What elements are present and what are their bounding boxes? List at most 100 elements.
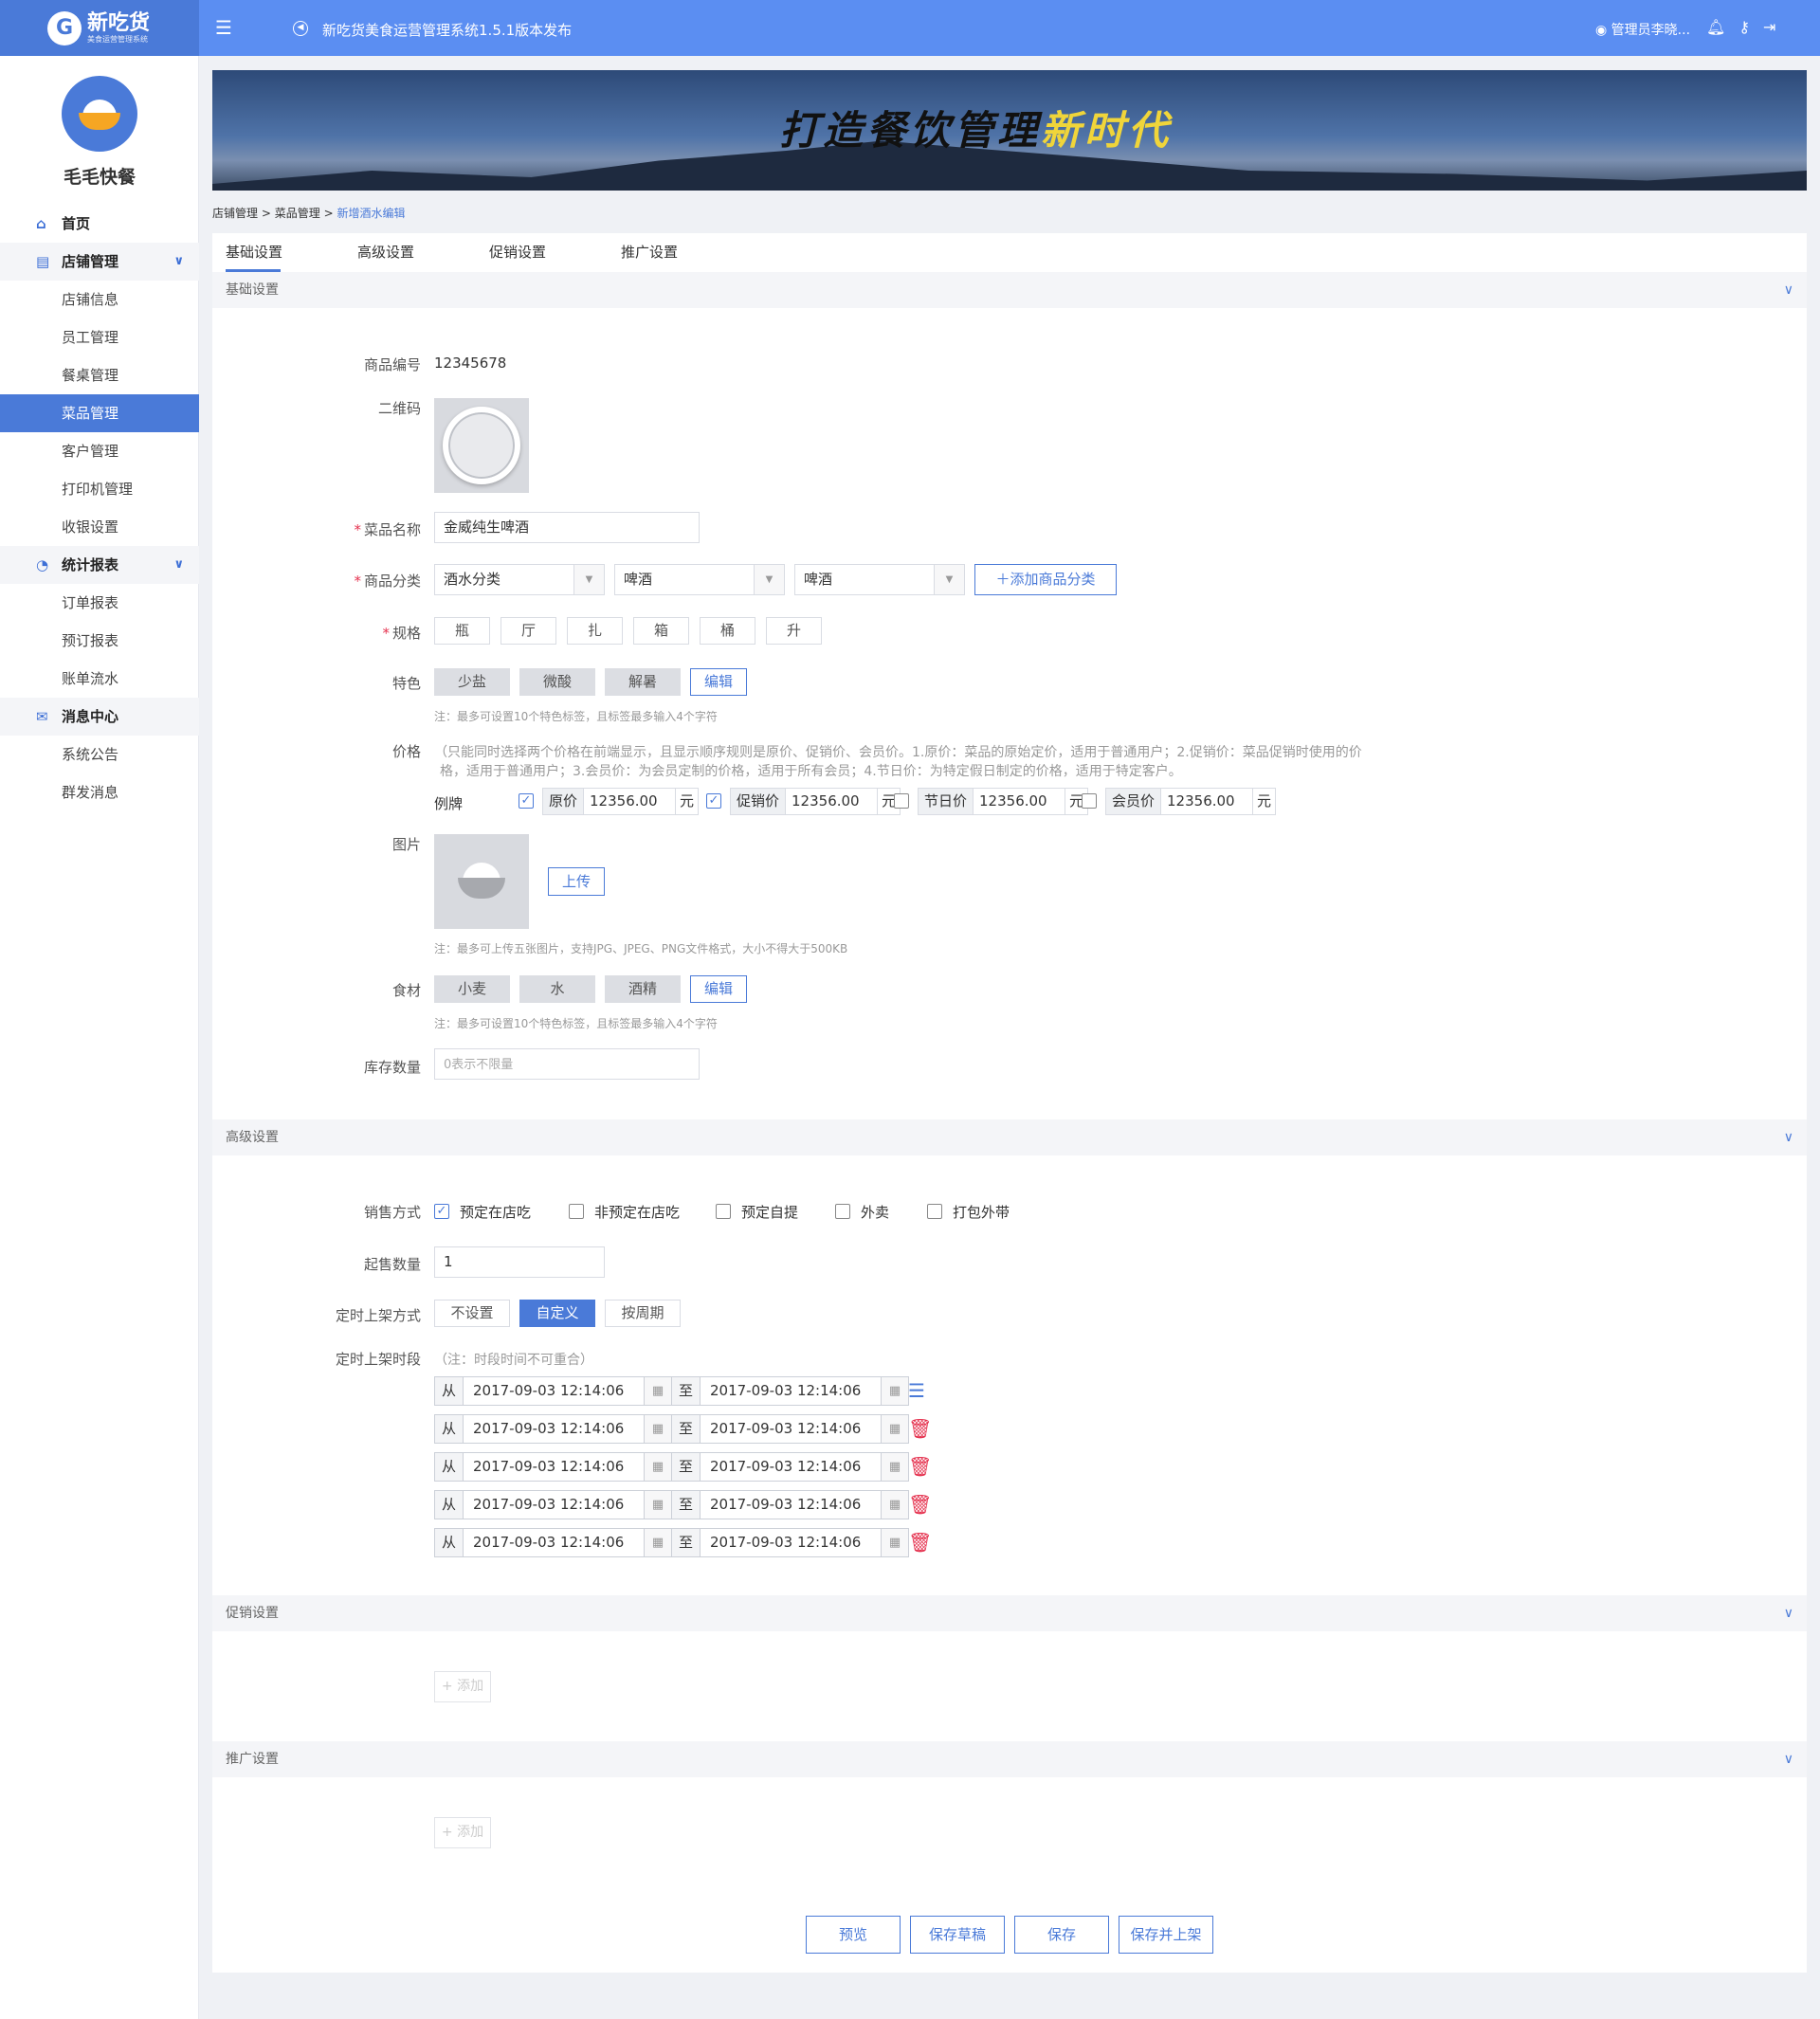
- add-period-icon[interactable]: ☰: [908, 1380, 925, 1401]
- period-start-picker[interactable]: 从 2017-09-03 12:14:06 ▦: [434, 1490, 672, 1519]
- add-spread-button[interactable]: + 添加: [434, 1817, 491, 1848]
- calendar-icon[interactable]: ▦: [644, 1415, 671, 1443]
- calendar-icon[interactable]: ▦: [644, 1453, 671, 1481]
- period-start-picker[interactable]: 从 2017-09-03 12:14:06 ▦: [434, 1376, 672, 1406]
- key-icon[interactable]: ⚷: [1738, 18, 1750, 36]
- price-promo-field[interactable]: 促销价 12356.00 元: [730, 788, 901, 815]
- period-end-picker[interactable]: 至 2017-09-03 12:14:06 ▦: [671, 1490, 909, 1519]
- ingredient-tag[interactable]: 小麦: [434, 975, 510, 1003]
- edit-features-button[interactable]: 编辑: [690, 668, 747, 696]
- section-basic-header[interactable]: 基础设置 ∨: [212, 272, 1807, 308]
- sidebar-item-shop-info[interactable]: 店铺信息: [0, 281, 199, 318]
- ingredient-tag[interactable]: 酒精: [605, 975, 681, 1003]
- sidebar-item-dishes[interactable]: 菜品管理: [0, 394, 199, 432]
- period-start-picker[interactable]: 从 2017-09-03 12:14:06 ▦: [434, 1528, 672, 1557]
- logo[interactable]: G 新吃货 美食运营管理系统: [0, 0, 199, 56]
- period-end-picker[interactable]: 至 2017-09-03 12:14:06 ▦: [671, 1376, 909, 1406]
- trash-icon[interactable]: 🗑︎: [908, 1418, 932, 1439]
- spec-option[interactable]: 扎: [567, 617, 623, 645]
- system-notice[interactable]: 新吃货美食运营管理系统1.5.1版本发布: [322, 20, 572, 40]
- calendar-icon[interactable]: ▦: [881, 1377, 908, 1405]
- add-category-button[interactable]: ＋添加商品分类: [974, 564, 1117, 595]
- price-member-checkbox[interactable]: [1082, 793, 1097, 809]
- qr-code-image[interactable]: [434, 398, 529, 493]
- tab-basic[interactable]: 基础设置: [226, 233, 357, 272]
- price-original-checkbox[interactable]: ✓: [519, 793, 534, 809]
- period-end-picker[interactable]: 至 2017-09-03 12:14:06 ▦: [671, 1452, 909, 1482]
- period-start-picker[interactable]: 从 2017-09-03 12:14:06 ▦: [434, 1414, 672, 1444]
- section-advanced-header[interactable]: 高级设置 ∨: [212, 1119, 1807, 1155]
- period-end-picker[interactable]: 至 2017-09-03 12:14:06 ▦: [671, 1528, 909, 1557]
- category-select-1[interactable]: 酒水分类 ▼: [434, 564, 605, 595]
- save-button[interactable]: 保存: [1014, 1916, 1109, 1954]
- bell-icon[interactable]: 🔔︎: [1706, 18, 1725, 36]
- price-original-field[interactable]: 原价 12356.00 元: [542, 788, 700, 815]
- spec-option[interactable]: 升: [766, 617, 822, 645]
- sidebar-group-shop[interactable]: ▤ 店铺管理 ∨: [0, 243, 199, 281]
- breadcrumb-shop[interactable]: 店铺管理: [212, 207, 258, 220]
- sale-mode-checkbox[interactable]: [716, 1204, 731, 1219]
- schedule-none-button[interactable]: 不设置: [434, 1300, 510, 1327]
- price-holiday-field[interactable]: 节日价 12356.00 元: [918, 788, 1089, 815]
- trash-icon[interactable]: 🗑︎: [908, 1456, 932, 1477]
- schedule-cycle-button[interactable]: 按周期: [605, 1300, 681, 1327]
- sidebar-group-reports[interactable]: ◔ 统计报表 ∨: [0, 546, 199, 584]
- category-select-3[interactable]: 啤酒 ▼: [794, 564, 965, 595]
- sidebar-group-messages[interactable]: ✉ 消息中心: [0, 698, 199, 736]
- sale-mode-checkbox[interactable]: [569, 1204, 584, 1219]
- spec-option[interactable]: 箱: [633, 617, 689, 645]
- sidebar-item-printers[interactable]: 打印机管理: [0, 470, 199, 508]
- sidebar-item-home[interactable]: ⌂ 首页: [0, 205, 199, 243]
- feature-tag[interactable]: 解暑: [605, 668, 681, 696]
- period-end-picker[interactable]: 至 2017-09-03 12:14:06 ▦: [671, 1414, 909, 1444]
- menu-toggle-icon[interactable]: ☰: [215, 18, 232, 37]
- logout-icon[interactable]: ⇥: [1763, 18, 1775, 36]
- sidebar-item-booking-report[interactable]: 预订报表: [0, 622, 199, 660]
- feature-tag[interactable]: 少盐: [434, 668, 510, 696]
- sidebar-item-cashier[interactable]: 收银设置: [0, 508, 199, 546]
- sidebar-item-customers[interactable]: 客户管理: [0, 432, 199, 470]
- section-spread-header[interactable]: 推广设置 ∨: [212, 1741, 1807, 1777]
- sidebar-item-broadcast[interactable]: 群发消息: [0, 773, 199, 811]
- calendar-icon[interactable]: ▦: [644, 1529, 671, 1556]
- sidebar-item-staff[interactable]: 员工管理: [0, 318, 199, 356]
- category-select-2[interactable]: 啤酒 ▼: [614, 564, 785, 595]
- sale-mode-checkbox[interactable]: ✓: [434, 1204, 449, 1219]
- save-and-publish-button[interactable]: 保存并上架: [1119, 1916, 1213, 1954]
- tab-spread[interactable]: 推广设置: [621, 233, 753, 270]
- sidebar-item-announcements[interactable]: 系统公告: [0, 736, 199, 773]
- ingredient-tag[interactable]: 水: [519, 975, 595, 1003]
- calendar-icon[interactable]: ▦: [881, 1415, 908, 1443]
- trash-icon[interactable]: 🗑︎: [908, 1494, 932, 1515]
- spec-option[interactable]: 桶: [700, 617, 755, 645]
- add-promotion-button[interactable]: + 添加: [434, 1671, 491, 1702]
- preview-button[interactable]: 预览: [806, 1916, 901, 1954]
- section-promotion-header[interactable]: 促销设置 ∨: [212, 1595, 1807, 1631]
- dish-name-input[interactable]: 金威纯生啤酒: [434, 512, 700, 543]
- save-draft-button[interactable]: 保存草稿: [910, 1916, 1005, 1954]
- tab-promotion[interactable]: 促销设置: [489, 233, 621, 270]
- user-menu[interactable]: ◉ 管理员李晓...: [1595, 20, 1690, 39]
- tab-advanced[interactable]: 高级设置: [357, 233, 489, 270]
- upload-button[interactable]: 上传: [548, 867, 605, 896]
- price-member-field[interactable]: 会员价 12356.00 元: [1105, 788, 1277, 815]
- edit-ingredients-button[interactable]: 编辑: [690, 975, 747, 1003]
- spec-option[interactable]: 瓶: [434, 617, 490, 645]
- schedule-custom-button[interactable]: 自定义: [519, 1300, 595, 1327]
- breadcrumb-dishes[interactable]: 菜品管理: [275, 207, 320, 220]
- sale-mode-checkbox[interactable]: [927, 1204, 942, 1219]
- period-start-picker[interactable]: 从 2017-09-03 12:14:06 ▦: [434, 1452, 672, 1482]
- sidebar-item-order-report[interactable]: 订单报表: [0, 584, 199, 622]
- sidebar-item-tables[interactable]: 餐桌管理: [0, 356, 199, 394]
- trash-icon[interactable]: 🗑︎: [908, 1532, 932, 1553]
- min-qty-input[interactable]: 1: [434, 1246, 605, 1278]
- sidebar-item-bills[interactable]: 账单流水: [0, 660, 199, 698]
- calendar-icon[interactable]: ▦: [881, 1453, 908, 1481]
- dish-image-thumbnail[interactable]: [434, 834, 529, 929]
- calendar-icon[interactable]: ▦: [644, 1491, 671, 1519]
- calendar-icon[interactable]: ▦: [644, 1377, 671, 1405]
- price-promo-checkbox[interactable]: ✓: [706, 793, 721, 809]
- price-holiday-checkbox[interactable]: [894, 793, 909, 809]
- sale-mode-checkbox[interactable]: [835, 1204, 850, 1219]
- feature-tag[interactable]: 微酸: [519, 668, 595, 696]
